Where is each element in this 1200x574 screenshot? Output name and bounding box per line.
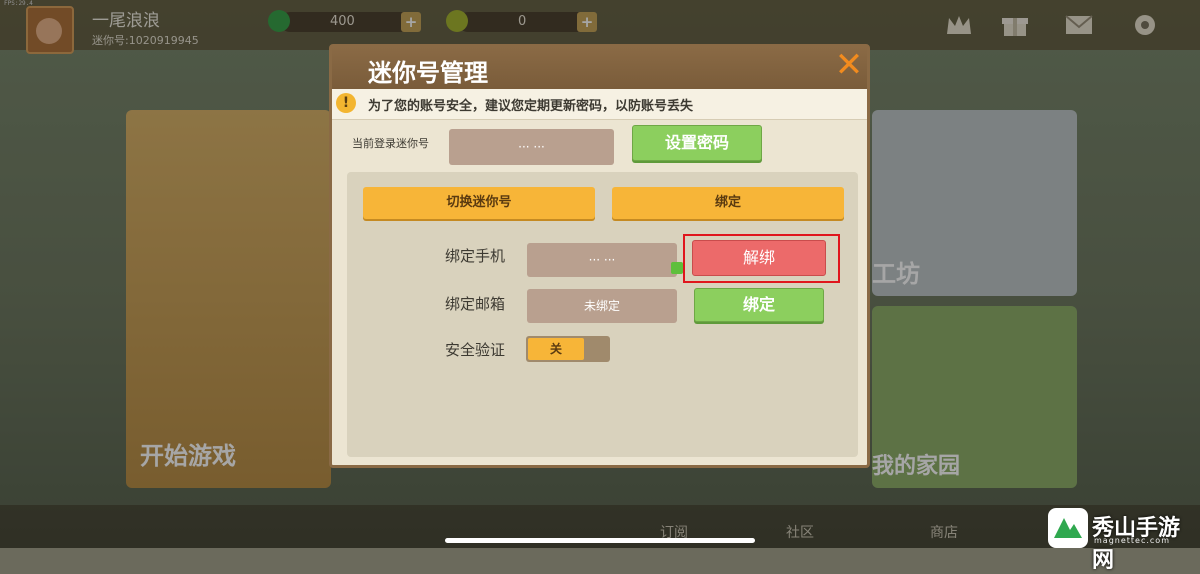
security-toggle[interactable]: 关 [526, 336, 610, 362]
current-account-field: ··· ··· [449, 129, 614, 165]
highlight-frame [683, 234, 840, 283]
watermark-logo-icon [1048, 508, 1088, 548]
watermark-url: magnettec.com [1094, 536, 1170, 545]
set-password-button[interactable]: 设置密码 [632, 125, 762, 161]
security-label: 安全验证 [445, 341, 506, 359]
verified-check-icon [671, 262, 683, 274]
home-indicator[interactable] [445, 538, 755, 543]
dialog-title: 迷你号管理 [368, 59, 488, 87]
tab-switch-account[interactable]: 切换迷你号 [363, 187, 595, 219]
warning-icon: ! [336, 93, 356, 113]
current-account-label: 当前登录迷你号 [352, 137, 429, 150]
phone-field: ··· ··· [527, 243, 677, 277]
dialog-header: 迷你号管理 ✕ [332, 47, 867, 89]
close-button[interactable]: ✕ [834, 48, 864, 82]
warning-text: 为了您的账号安全，建议您定期更新密码，以防账号丢失 [368, 99, 694, 114]
security-toggle-state: 关 [528, 338, 584, 360]
tab-bind[interactable]: 绑定 [612, 187, 844, 219]
email-field: 未绑定 [527, 289, 677, 323]
account-manage-dialog: 迷你号管理 ✕ ! 为了您的账号安全，建议您定期更新密码，以防账号丢失 当前登录… [329, 44, 870, 468]
warning-bar: ! 为了您的账号安全，建议您定期更新密码，以防账号丢失 [332, 89, 867, 120]
bind-email-button[interactable]: 绑定 [694, 288, 824, 322]
phone-label: 绑定手机 [445, 247, 506, 265]
email-label: 绑定邮箱 [445, 295, 506, 313]
